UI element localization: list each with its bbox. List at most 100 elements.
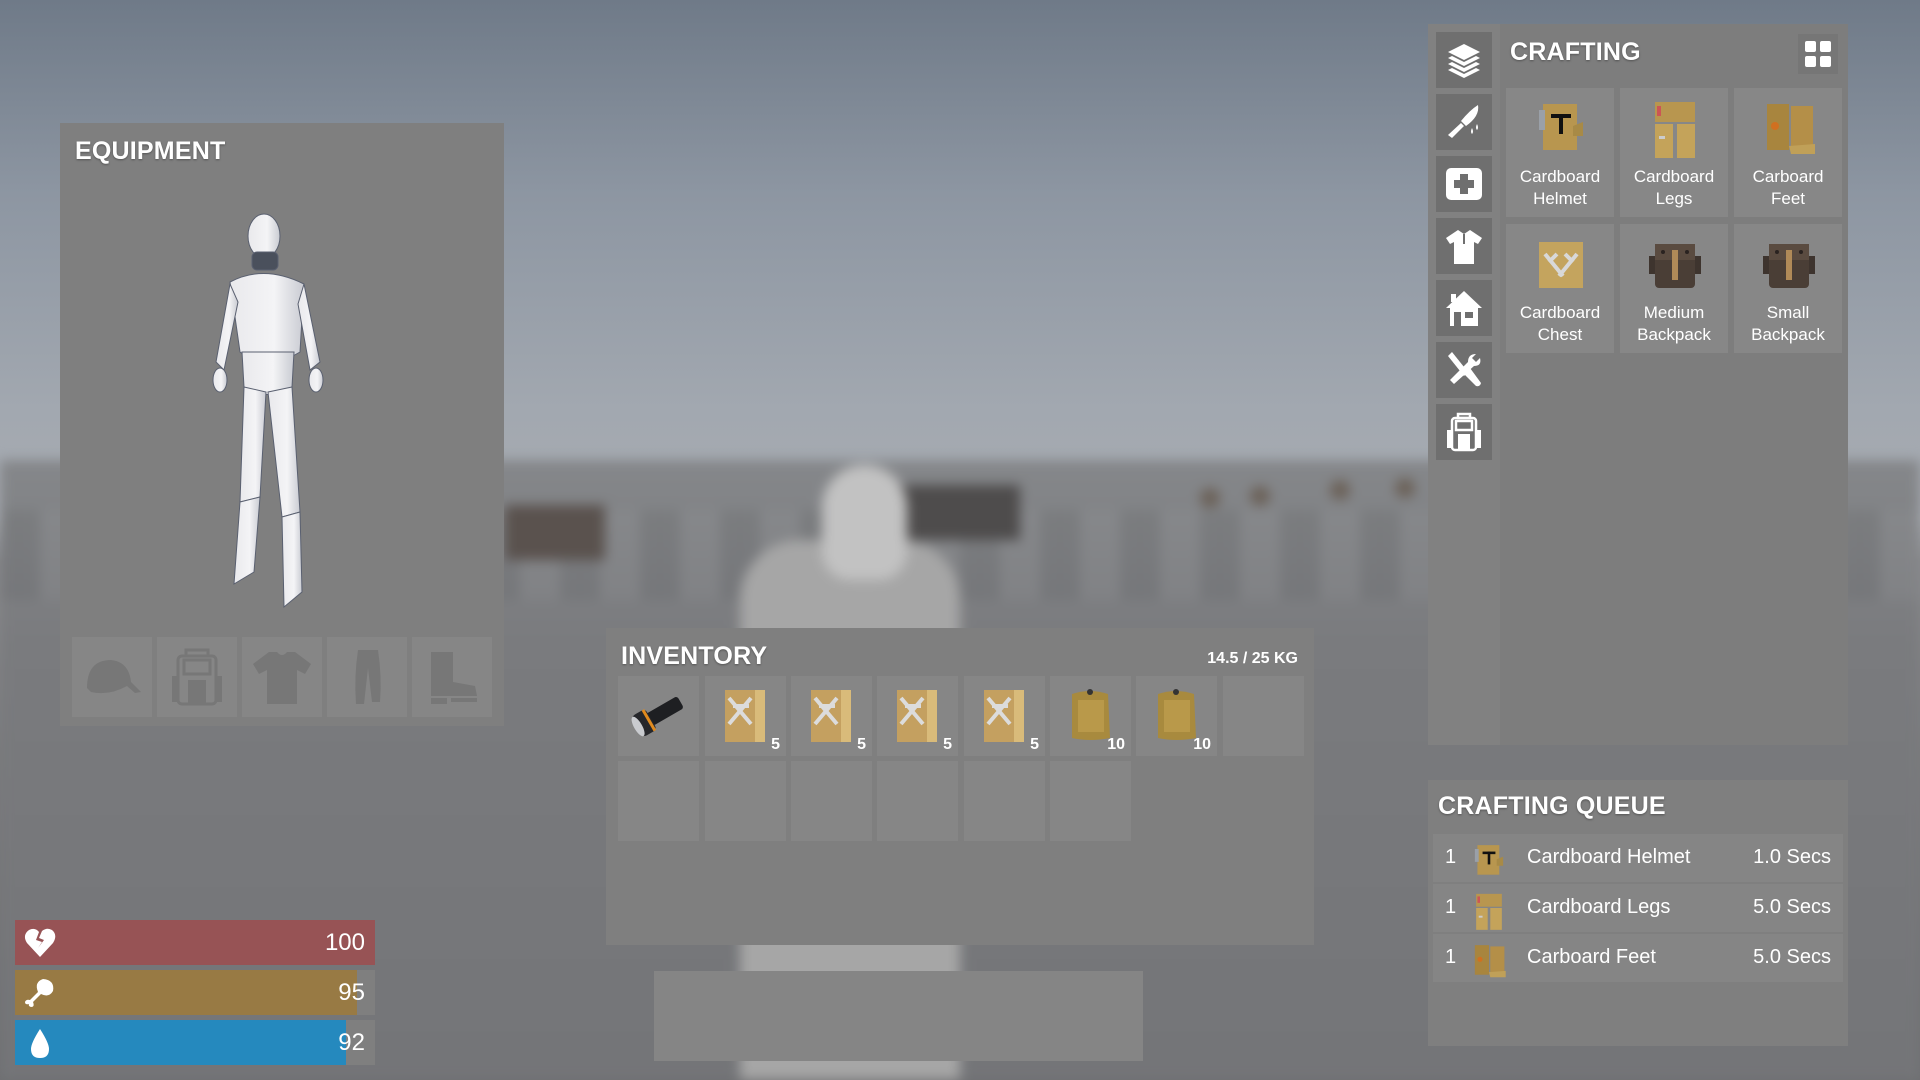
thirst-value: 92 [338,1029,365,1056]
pants-icon [355,650,381,704]
legs-icon [1471,890,1507,930]
hotbar-slot[interactable] [654,971,744,1061]
inventory-slot[interactable] [791,761,872,841]
category-all-button[interactable] [1436,32,1492,88]
hotbar-slot[interactable] [893,971,983,1061]
cardboard-chest-icon [974,684,1035,746]
inventory-title: INVENTORY [621,642,768,670]
recipe-label: Cardboard Legs [1633,167,1715,208]
inventory-slot[interactable] [618,761,699,841]
recipe-card[interactable]: Cardboard Helmet [1506,88,1614,217]
item-count: 5 [857,736,866,753]
health-value: 100 [324,929,365,956]
recipe-label: Small Backpack [1751,303,1825,344]
queue-item-quantity: 1 [1445,946,1457,968]
hotbar-slot[interactable] [814,971,904,1061]
thirst-bar: 92 [15,1020,375,1065]
recipe-card[interactable]: Small Backpack [1734,224,1842,353]
inventory-slot[interactable] [877,761,958,841]
crafting-queue-panel: CRAFTING QUEUE 1 Cardboard Helmet 1.0 Se… [1428,780,1848,1046]
backpack-icon [1761,232,1817,296]
feet-icon [1761,96,1817,160]
queue-item-time: 1.0 Secs [1753,846,1831,868]
equip-slot-backpack[interactable] [157,637,237,717]
house-icon [1444,288,1484,328]
equip-slot-head[interactable] [72,637,152,717]
inventory-slot[interactable] [618,676,699,756]
category-tools-button[interactable] [1436,342,1492,398]
inventory-panel: INVENTORY 14.5 / 25 KG 5 5 5 5 10 10 [606,628,1314,945]
recipe-label: Cardboard Helmet [1519,167,1601,208]
recipe-card[interactable]: Medium Backpack [1620,224,1728,353]
character-preview[interactable] [212,212,345,610]
backpack-icon [1444,412,1484,452]
tools-icon [1444,350,1484,390]
queue-item-name: Cardboard Helmet [1527,846,1691,868]
item-count: 5 [1030,736,1039,753]
boot-icon [431,652,477,704]
recipe-card[interactable]: Cardboard Chest [1506,224,1614,353]
thirst-bar-fill [15,1020,347,1065]
cardboard-chest-icon [715,684,776,746]
inventory-slot[interactable] [1050,761,1131,841]
water-drop-icon [23,1026,57,1060]
health-bar: 100 [15,920,375,965]
hotbar-slot[interactable] [973,971,1063,1061]
medkit-icon [1444,164,1484,204]
backpack-icon [1647,232,1703,296]
inventory-slot[interactable]: 5 [964,676,1045,756]
inventory-slot[interactable] [964,761,1045,841]
equip-slot-legs[interactable] [327,637,407,717]
item-count: 10 [1107,736,1125,753]
recipe-card[interactable]: Cardboard Legs [1620,88,1728,217]
category-medical-button[interactable] [1436,156,1492,212]
helmet-icon [1471,840,1507,876]
world-crate [900,485,1020,540]
hunger-value: 95 [338,979,365,1006]
queue-item[interactable]: 1 Carboard Feet 5.0 Secs [1433,934,1843,982]
inventory-slot[interactable]: 5 [705,676,786,756]
hotbar-slot[interactable] [734,971,824,1061]
hunger-bar-fill [15,970,357,1015]
legs-icon [1647,96,1703,160]
item-count: 5 [771,736,780,753]
drumstick-icon [23,976,57,1010]
recipe-label: Medium Backpack [1637,303,1711,344]
knife-icon [1444,102,1484,142]
flashlight-icon [628,684,689,746]
equipment-panel: EQUIPMENT [60,123,504,726]
hotbar-slot[interactable] [1053,971,1143,1061]
category-building-button[interactable] [1436,280,1492,336]
world-object [1330,480,1350,500]
category-backpacks-button[interactable] [1436,404,1492,460]
inventory-slot[interactable] [705,761,786,841]
recipe-label: Cardboard Chest [1519,303,1601,344]
inventory-slot[interactable]: 10 [1050,676,1131,756]
queue-item[interactable]: 1 Cardboard Legs 5.0 Secs [1433,884,1843,932]
inventory-slot[interactable]: 10 [1136,676,1217,756]
world-object [1395,478,1415,498]
cardboard-chest-icon [801,684,862,746]
inventory-slot[interactable] [1223,676,1304,756]
category-weapons-button[interactable] [1436,94,1492,150]
queue-item-time: 5.0 Secs [1753,946,1831,968]
queue-item-name: Carboard Feet [1527,946,1656,968]
queue-item[interactable]: 1 Cardboard Helmet 1.0 Secs [1433,834,1843,882]
equip-slot-feet[interactable] [412,637,492,717]
helmet-icon [1533,96,1589,160]
inventory-slot[interactable]: 5 [877,676,958,756]
cardboard-chest-icon [887,684,948,746]
tshirt-icon [253,652,311,704]
broken-heart-icon [23,926,57,960]
world-object [1200,488,1220,508]
crafting-queue-title: CRAFTING QUEUE [1438,792,1666,820]
category-clothing-button[interactable] [1436,218,1492,274]
crafting-panel: CRAFTING Cardboard Helmet Cardboard Legs C… [1428,24,1848,745]
equip-slot-torso[interactable] [242,637,322,717]
inventory-slot[interactable]: 5 [791,676,872,756]
grid-view-icon [1805,41,1816,52]
grid-view-button[interactable] [1798,34,1838,74]
equipment-title: EQUIPMENT [75,137,226,165]
recipe-card[interactable]: Carboard Feet [1734,88,1842,217]
chest-icon [1533,232,1589,296]
